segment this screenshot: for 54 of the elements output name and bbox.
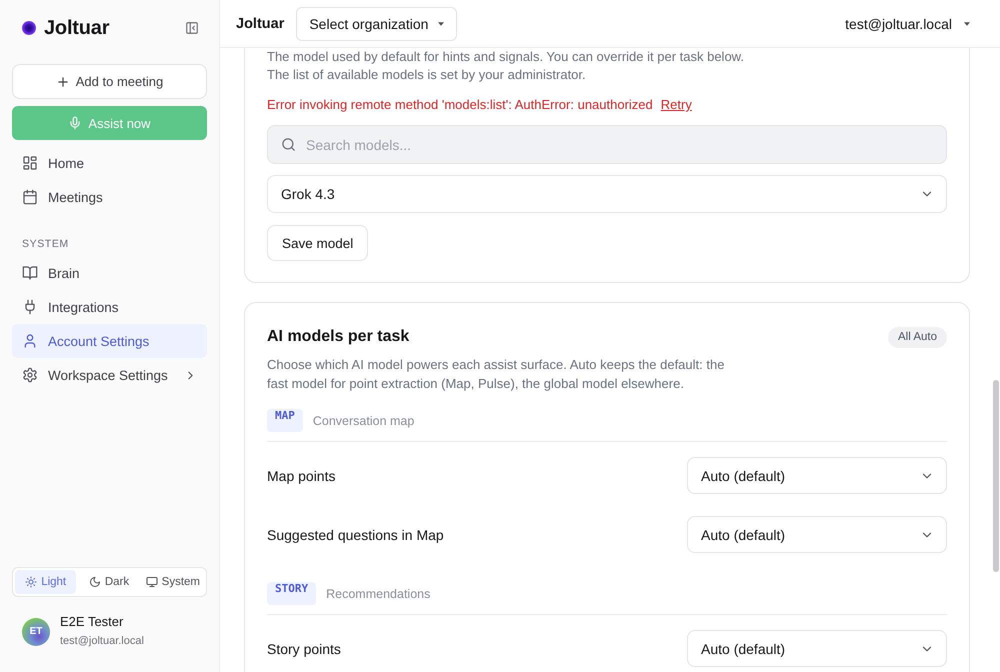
section-label: Conversation map [312,414,414,428]
user-email: test@joltuar.local [60,634,144,649]
search-field[interactable]: Search models... [267,125,947,164]
brand-name: Joltuar [44,16,110,40]
add-to-meeting-button[interactable]: Add to meeting [12,64,207,99]
nav-item[interactable]: Account Settings [12,324,207,358]
plus-icon [56,74,70,88]
model-select[interactable]: Auto (default) [687,516,947,553]
dashboard-icon [22,155,38,171]
task-label: Story points [267,640,341,656]
theme-option[interactable]: System [142,570,204,594]
nav-item[interactable]: Workspace Settings [12,358,207,392]
description-text: The list of available models is set by your administrator. [267,66,587,84]
error-message: Error invoking remote method 'models:list': AuthError: unauthorized [267,96,653,114]
description-text: Choose which AI model powers each assist surface. Auto keeps the default: the fast model for point extraction (Map, Pulse), the global model elsewhere. [267,356,726,393]
model-select[interactable]: Auto (default) [687,630,947,667]
header-brand: Joltuar [236,16,284,32]
status-badge: All Auto [888,326,947,348]
nav-item[interactable]: Brain [12,256,207,290]
user-name: E2E Tester [60,614,124,630]
settings-icon [22,367,38,383]
theme-option[interactable]: Light [15,570,76,594]
monitor-icon [146,576,158,588]
model-select[interactable]: Auto (default) [687,457,947,494]
moon-icon [88,576,101,588]
section-tag: STORY [267,582,316,605]
search-icon [281,137,296,152]
task-label: Map points [267,468,336,484]
user-avatar: ET [22,618,50,646]
panel-icon[interactable] [185,21,199,35]
theme-option[interactable]: Dark [78,570,140,594]
caret-icon [964,22,970,26]
description-text: The model used by default for hints and signals. You can override it per task below. [267,48,745,66]
account-menu[interactable]: test@joltuar.local [845,16,970,32]
nav-item[interactable]: Meetings [12,180,207,214]
organization-select[interactable]: Select organization [296,6,458,40]
section-label: Recommendations [326,586,430,600]
logo-icon [22,21,36,35]
nav-item[interactable]: Home [12,146,207,180]
section-title: SYSTEM [21,237,70,252]
calendar-icon [22,189,38,205]
sun-icon [25,576,38,588]
scrollbar-thumb[interactable] [993,380,999,572]
task-label: Suggested questions in Map [267,526,444,542]
microphone-icon [68,116,82,130]
card-title: AI models per task [267,327,410,347]
save-model-button[interactable]: Save model [267,225,368,261]
section-tag: MAP [267,409,303,432]
retry-link[interactable]: Retry [660,95,692,114]
nav-item[interactable]: Integrations [12,290,207,324]
model-select[interactable]: Grok 4.3 [267,175,947,213]
user-icon [22,333,38,349]
caret-icon [438,22,444,26]
book-icon [22,265,38,281]
